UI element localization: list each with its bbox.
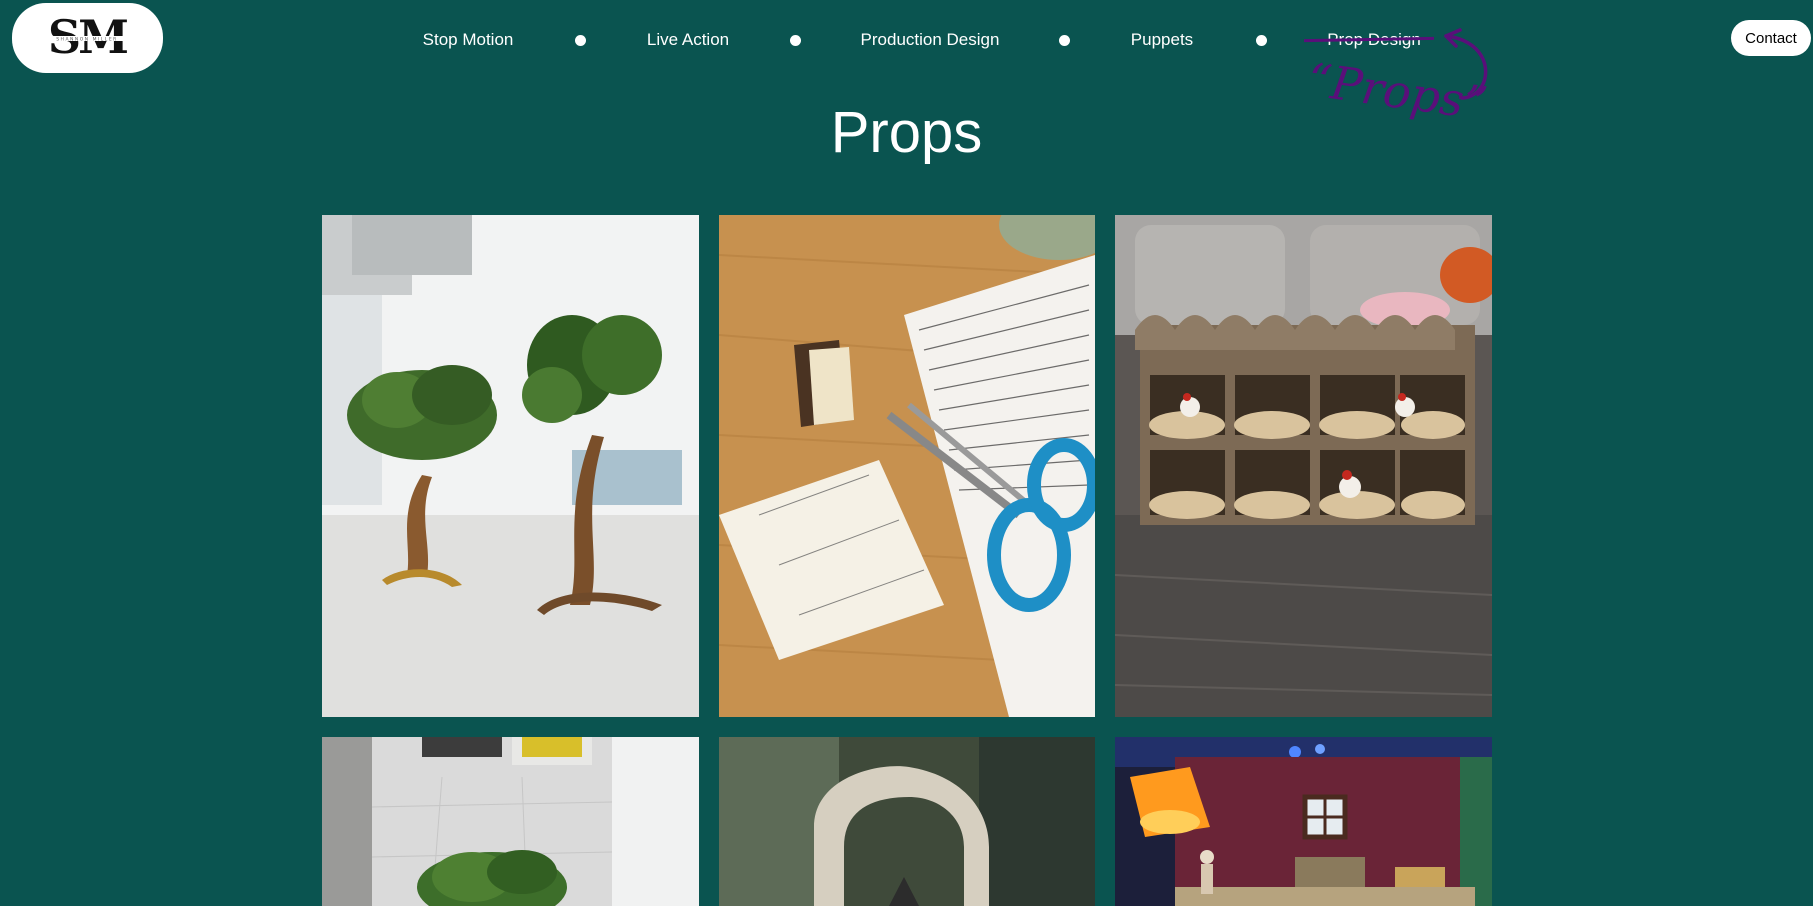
gallery-image-chicken-coop[interactable] bbox=[1115, 215, 1492, 717]
contact-button[interactable]: Contact bbox=[1731, 20, 1811, 56]
gallery-image-arch-prop[interactable] bbox=[719, 737, 1095, 906]
main-nav: Stop Motion Live Action Production Desig… bbox=[0, 26, 1813, 54]
gallery-image-barn-set[interactable] bbox=[1115, 737, 1492, 906]
nav-separator-dot-icon bbox=[1059, 35, 1070, 46]
nav-production-design[interactable]: Production Design bbox=[861, 26, 1000, 54]
nav-separator-dot-icon bbox=[575, 35, 586, 46]
page-title: Props bbox=[830, 100, 983, 165]
nav-separator-dot-icon bbox=[1256, 35, 1267, 46]
nav-separator-dot-icon bbox=[790, 35, 801, 46]
nav-live-action[interactable]: Live Action bbox=[647, 26, 729, 54]
gallery-image-book-scissors[interactable] bbox=[719, 215, 1095, 717]
gallery-image-trees[interactable] bbox=[322, 215, 699, 717]
gallery-image-tree-on-tiles[interactable] bbox=[322, 737, 699, 906]
nav-stop-motion[interactable]: Stop Motion bbox=[423, 26, 514, 54]
nav-puppets[interactable]: Puppets bbox=[1131, 26, 1193, 54]
